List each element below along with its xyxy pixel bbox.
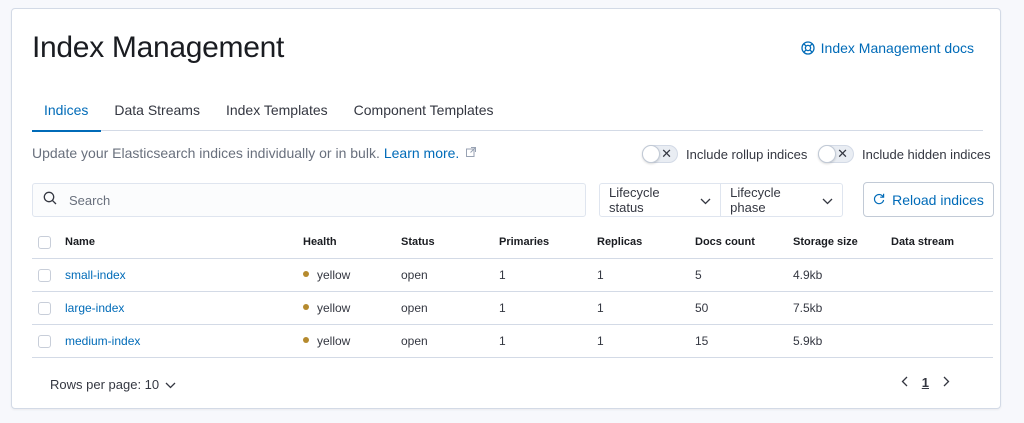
row-select-cell xyxy=(32,291,65,325)
next-page-button[interactable] xyxy=(943,375,950,390)
close-icon: ✕ xyxy=(837,146,848,161)
learn-more-link[interactable]: Learn more. xyxy=(384,145,459,161)
search-input[interactable] xyxy=(69,192,549,208)
data-stream-cell xyxy=(891,258,993,292)
page-title: Index Management xyxy=(32,31,285,64)
search-icon xyxy=(43,191,57,210)
tab-indices[interactable]: Indices xyxy=(32,93,102,132)
status-cell: open xyxy=(401,258,499,292)
external-link-icon xyxy=(466,146,477,160)
hidden-toggle-label: Include hidden indices xyxy=(862,146,991,162)
index-name-cell: medium-index xyxy=(65,324,303,358)
tab-bar: Indices Data Streams Index Templates Com… xyxy=(32,93,983,132)
index-name-cell: large-index xyxy=(65,291,303,325)
column-header-docs-count[interactable]: Docs count xyxy=(695,227,793,259)
storage-size-cell: 7.5kb xyxy=(793,291,891,325)
index-management-panel: Index Management Index Management docs I… xyxy=(11,8,1001,409)
replicas-cell: 1 xyxy=(597,258,695,292)
close-icon: ✕ xyxy=(661,146,672,161)
health-dot-icon xyxy=(303,303,309,310)
hidden-switch[interactable]: ✕ xyxy=(818,145,854,163)
pagination: 1 xyxy=(901,375,950,390)
chevron-down-icon xyxy=(822,193,833,208)
docs-link-label: Index Management docs xyxy=(820,40,974,56)
health-cell: yellow xyxy=(303,258,401,292)
column-header-data-stream[interactable]: Data stream xyxy=(891,227,993,259)
lifecycle-phase-label: Lifecycle phase xyxy=(730,185,781,215)
lifecycle-status-filter[interactable]: Lifecycle status xyxy=(600,184,720,216)
switch-knob xyxy=(818,145,836,163)
lifebuoy-icon xyxy=(801,41,815,55)
docs-count-cell: 15 xyxy=(695,324,793,358)
docs-count-cell: 50 xyxy=(695,291,793,325)
select-all-cell xyxy=(32,227,65,259)
health-text: yellow xyxy=(317,333,351,348)
docs-link[interactable]: Index Management docs xyxy=(801,40,974,56)
row-select-cell xyxy=(32,324,65,358)
index-name-link[interactable]: small-index xyxy=(65,268,126,282)
tab-component-templates[interactable]: Component Templates xyxy=(341,93,507,131)
reload-indices-button[interactable]: Reload indices xyxy=(863,182,994,217)
storage-size-cell: 5.9kb xyxy=(793,324,891,358)
health-text: yellow xyxy=(317,267,351,282)
rows-per-page-label: Rows per page: 10 xyxy=(50,377,160,392)
lifecycle-phase-filter[interactable]: Lifecycle phase xyxy=(720,184,842,216)
previous-page-button[interactable] xyxy=(901,375,908,390)
rollup-switch[interactable]: ✕ xyxy=(642,145,678,163)
chevron-down-icon xyxy=(700,193,711,208)
data-stream-cell xyxy=(891,324,993,358)
lifecycle-status-label: Lifecycle status xyxy=(609,185,660,215)
page-description: Update your Elasticsearch indices indivi… xyxy=(32,145,477,161)
health-dot-icon xyxy=(303,336,309,343)
indices-table: Name Health Status Primaries Replicas Do… xyxy=(32,227,993,358)
chevron-down-icon xyxy=(165,377,176,392)
column-header-name[interactable]: Name xyxy=(65,227,303,259)
hidden-indices-toggle[interactable]: ✕ Include hidden indices xyxy=(818,145,991,163)
search-box[interactable] xyxy=(32,183,586,217)
health-cell: yellow xyxy=(303,291,401,325)
storage-size-cell: 4.9kb xyxy=(793,258,891,292)
table-header-row: Name Health Status Primaries Replicas Do… xyxy=(32,227,993,259)
index-name-link[interactable]: large-index xyxy=(65,301,124,315)
lifecycle-filter-group: Lifecycle status Lifecycle phase xyxy=(599,183,843,217)
health-cell: yellow xyxy=(303,324,401,358)
tab-data-streams[interactable]: Data Streams xyxy=(101,93,213,131)
status-cell: open xyxy=(401,291,499,325)
table-row: medium-index yellow open 1 1 15 5.9kb xyxy=(32,324,993,358)
health-dot-icon xyxy=(303,270,309,277)
rollup-indices-toggle[interactable]: ✕ Include rollup indices xyxy=(642,145,807,163)
column-header-primaries[interactable]: Primaries xyxy=(499,227,597,259)
table-row: small-index yellow open 1 1 5 4.9kb xyxy=(32,258,993,292)
data-stream-cell xyxy=(891,291,993,325)
index-name-link[interactable]: medium-index xyxy=(65,334,140,348)
table-row: large-index yellow open 1 1 50 7.5kb xyxy=(32,291,993,325)
select-all-checkbox[interactable] xyxy=(38,235,51,249)
switch-knob xyxy=(642,145,660,163)
page-number-button[interactable]: 1 xyxy=(922,375,929,390)
refresh-icon xyxy=(873,192,885,208)
primaries-cell: 1 xyxy=(499,324,597,358)
rows-per-page-selector[interactable]: Rows per page: 10 xyxy=(50,377,176,392)
health-text: yellow xyxy=(317,300,351,315)
status-cell: open xyxy=(401,324,499,358)
replicas-cell: 1 xyxy=(597,324,695,358)
index-name-cell: small-index xyxy=(65,258,303,292)
column-header-status[interactable]: Status xyxy=(401,227,499,259)
docs-count-cell: 5 xyxy=(695,258,793,292)
rollup-toggle-label: Include rollup indices xyxy=(686,146,808,162)
row-checkbox[interactable] xyxy=(38,301,51,315)
row-checkbox[interactable] xyxy=(38,334,51,348)
row-select-cell xyxy=(32,258,65,292)
primaries-cell: 1 xyxy=(499,258,597,292)
reload-label: Reload indices xyxy=(892,191,984,208)
column-header-storage-size[interactable]: Storage size xyxy=(793,227,891,259)
primaries-cell: 1 xyxy=(499,291,597,325)
row-checkbox[interactable] xyxy=(38,268,51,282)
replicas-cell: 1 xyxy=(597,291,695,325)
description-text: Update your Elasticsearch indices indivi… xyxy=(32,145,380,161)
column-header-health[interactable]: Health xyxy=(303,227,401,259)
tab-index-templates[interactable]: Index Templates xyxy=(213,93,341,131)
column-header-replicas[interactable]: Replicas xyxy=(597,227,695,259)
